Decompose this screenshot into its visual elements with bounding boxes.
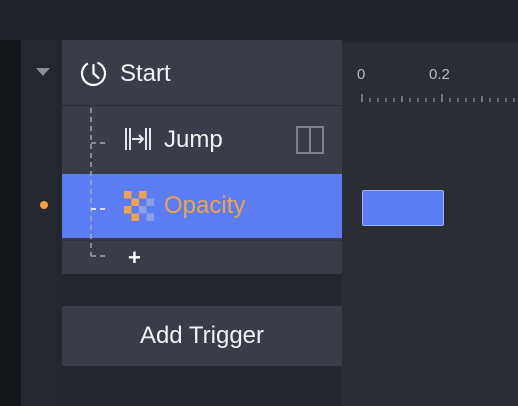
- clock-icon: [80, 60, 107, 87]
- timeline-ruler[interactable]: 0 0.2: [342, 42, 518, 106]
- split-panel-icon[interactable]: [296, 126, 324, 154]
- tick-label-0: 0: [357, 66, 366, 83]
- active-track-dot-icon: [40, 201, 48, 209]
- tree-row-start[interactable]: Start: [62, 42, 342, 106]
- jump-icon: [125, 128, 151, 150]
- add-trigger-button[interactable]: Add Trigger: [62, 306, 342, 366]
- tree-item-jump-label: Jump: [164, 126, 223, 153]
- tree-item-opacity-label: Opacity: [164, 192, 246, 219]
- add-action-plus[interactable]: +: [128, 245, 141, 271]
- ruler-ticks: [361, 94, 515, 102]
- track-gutter: [20, 40, 62, 406]
- add-trigger-label: Add Trigger: [139, 322, 265, 349]
- left-strip: [0, 40, 20, 406]
- tick-label-0-2: 0.2: [429, 66, 450, 83]
- top-bar: [0, 0, 518, 40]
- opacity-checker-icon: [124, 191, 154, 221]
- collapse-arrow-icon[interactable]: [36, 68, 50, 76]
- opacity-keyframe-bar[interactable]: [362, 190, 444, 226]
- tree-item-start-label: Start: [120, 59, 171, 87]
- tree-connector-lines: [90, 108, 106, 257]
